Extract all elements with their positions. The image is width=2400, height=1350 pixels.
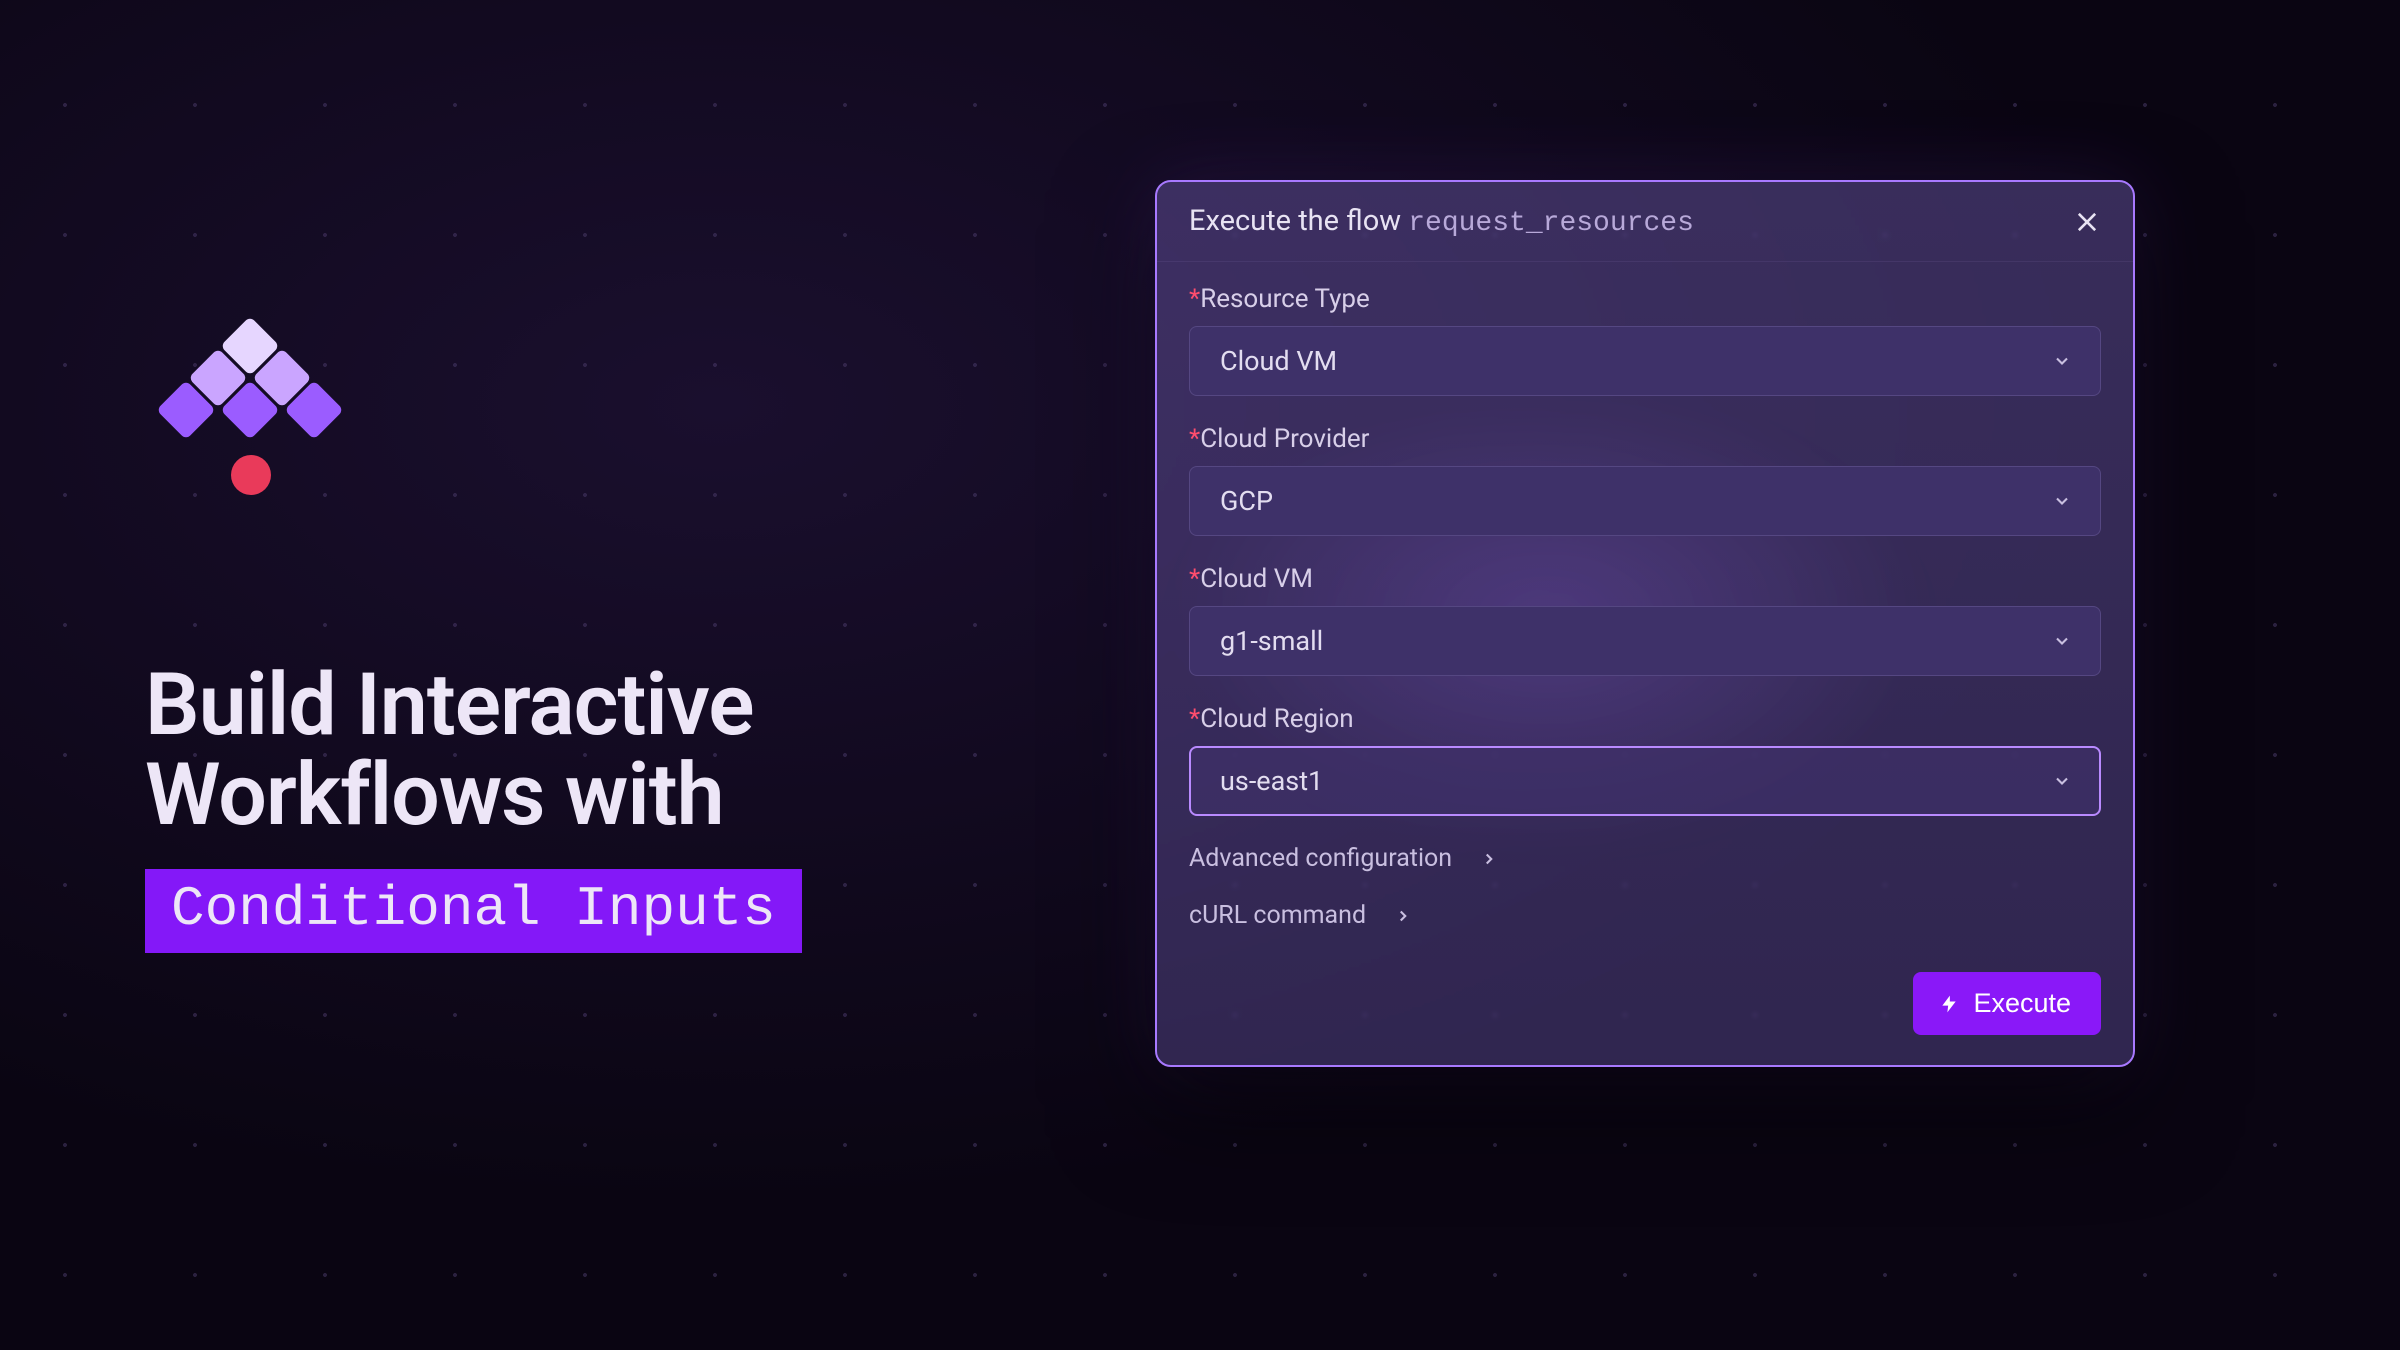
chevron-down-icon bbox=[2052, 351, 2072, 371]
modal-title-flow: request_resources bbox=[1408, 208, 1694, 239]
close-button[interactable] bbox=[2073, 208, 2101, 236]
select-value: Cloud VM bbox=[1220, 345, 1337, 377]
chevron-right-icon bbox=[1394, 907, 1412, 925]
select-value: g1-small bbox=[1220, 625, 1323, 657]
chevron-down-icon bbox=[2052, 631, 2072, 651]
chevron-down-icon bbox=[2052, 771, 2072, 791]
field-label: *Cloud VM bbox=[1189, 564, 2101, 594]
hero-line-2: Workflows with bbox=[145, 750, 802, 840]
hero-heading: Build Interactive Workflows with Conditi… bbox=[145, 660, 802, 953]
advanced-configuration-expander[interactable]: Advanced configuration bbox=[1189, 844, 2101, 873]
cloud-provider-select[interactable]: GCP bbox=[1189, 466, 2101, 536]
modal-title-prefix: Execute the flow bbox=[1189, 204, 1408, 238]
expander-label: Advanced configuration bbox=[1189, 844, 1452, 873]
logo bbox=[145, 325, 355, 545]
chevron-down-icon bbox=[2052, 491, 2072, 511]
select-value: us-east1 bbox=[1220, 765, 1323, 797]
field-label: *Cloud Provider bbox=[1189, 424, 2101, 454]
chevron-right-icon bbox=[1480, 850, 1498, 868]
field-label: *Cloud Region bbox=[1189, 704, 2101, 734]
field-resource-type: *Resource Type Cloud VM bbox=[1189, 284, 2101, 396]
curl-command-expander[interactable]: cURL command bbox=[1189, 901, 2101, 930]
resource-type-select[interactable]: Cloud VM bbox=[1189, 326, 2101, 396]
expander-label: cURL command bbox=[1189, 901, 1366, 930]
field-label: *Resource Type bbox=[1189, 284, 2101, 314]
field-cloud-vm: *Cloud VM g1-small bbox=[1189, 564, 2101, 676]
field-cloud-region: *Cloud Region us-east1 bbox=[1189, 704, 2101, 816]
execute-button[interactable]: Execute bbox=[1913, 972, 2101, 1035]
hero-highlight: Conditional Inputs bbox=[145, 869, 802, 953]
close-icon bbox=[2073, 208, 2101, 236]
select-value: GCP bbox=[1220, 485, 1273, 517]
modal-title: Execute the flow request_resources bbox=[1189, 204, 1694, 239]
execute-flow-modal: Execute the flow request_resources *Reso… bbox=[1155, 180, 2135, 1067]
hero-line-1: Build Interactive bbox=[145, 660, 802, 750]
cloud-vm-select[interactable]: g1-small bbox=[1189, 606, 2101, 676]
field-cloud-provider: *Cloud Provider GCP bbox=[1189, 424, 2101, 536]
cloud-region-select[interactable]: us-east1 bbox=[1189, 746, 2101, 816]
bolt-icon bbox=[1939, 994, 1959, 1014]
execute-button-label: Execute bbox=[1973, 988, 2071, 1019]
